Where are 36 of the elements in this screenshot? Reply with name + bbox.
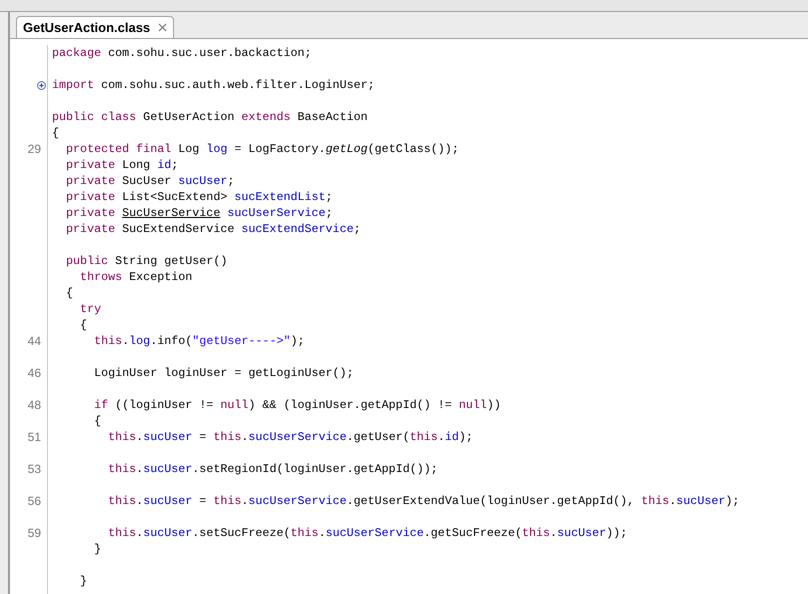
code-line: {	[52, 125, 60, 141]
code-line: public String getUser()	[65, 253, 228, 269]
code-line: LoginUser loginUser = getLoginUser();	[93, 365, 354, 381]
code-line: {	[79, 317, 88, 333]
code-line: private SucUserService sucUserService;	[65, 205, 333, 221]
code-line: }	[79, 573, 88, 589]
code-line: import com.sohu.suc.auth.web.filter.LoginUser;	[52, 77, 375, 93]
code-line: {	[65, 285, 74, 301]
code-line: protected final Log log = LogFactory.getLog(getClass());	[65, 141, 459, 157]
code-line: private List<SucExtend> sucExtendList;	[65, 189, 333, 205]
line-number: 53	[28, 461, 41, 478]
code-line: {	[93, 413, 102, 429]
code-line: this.sucUser = this.sucUserService.getUser(this.id);	[107, 429, 473, 445]
code-line: this.sucUser.setRegionId(loginUser.getAppId());	[107, 461, 438, 477]
code-line: package com.sohu.suc.user.backaction;	[52, 45, 312, 61]
code-line: try	[79, 301, 102, 317]
line-number: 51	[28, 429, 41, 446]
line-number: 48	[28, 397, 41, 414]
close-icon[interactable]	[158, 23, 168, 32]
code-line: this.sucUser = this.sucUserService.getUserExtendValue(loginUser.getAppId(), this.sucUser);	[107, 493, 740, 509]
line-number: 44	[28, 333, 41, 350]
line-number: 56	[28, 493, 41, 510]
code-line: private Long id;	[65, 157, 178, 173]
editor-tab[interactable]: GetUserAction.class	[16, 16, 174, 38]
code-line: if ((loginUser != null) && (loginUser.getAppId() != null))	[93, 397, 501, 413]
code-line: private SucUser sucUser;	[65, 173, 234, 189]
line-number: 46	[28, 365, 41, 382]
code-line: this.log.info("getUser---->");	[93, 333, 305, 349]
expand-icon[interactable]	[37, 80, 46, 90]
line-number: 29	[28, 141, 41, 158]
code-line: this.sucUser.setSucFreeze(this.sucUserService.getSucFreeze(this.sucUser));	[107, 525, 628, 541]
code-line: throws Exception	[79, 269, 192, 285]
code-line: }	[93, 541, 102, 557]
code-line: private SucExtendService sucExtendService;	[65, 221, 361, 237]
code-line: public class GetUserAction extends BaseAction	[52, 109, 368, 125]
line-number: 59	[28, 525, 41, 542]
